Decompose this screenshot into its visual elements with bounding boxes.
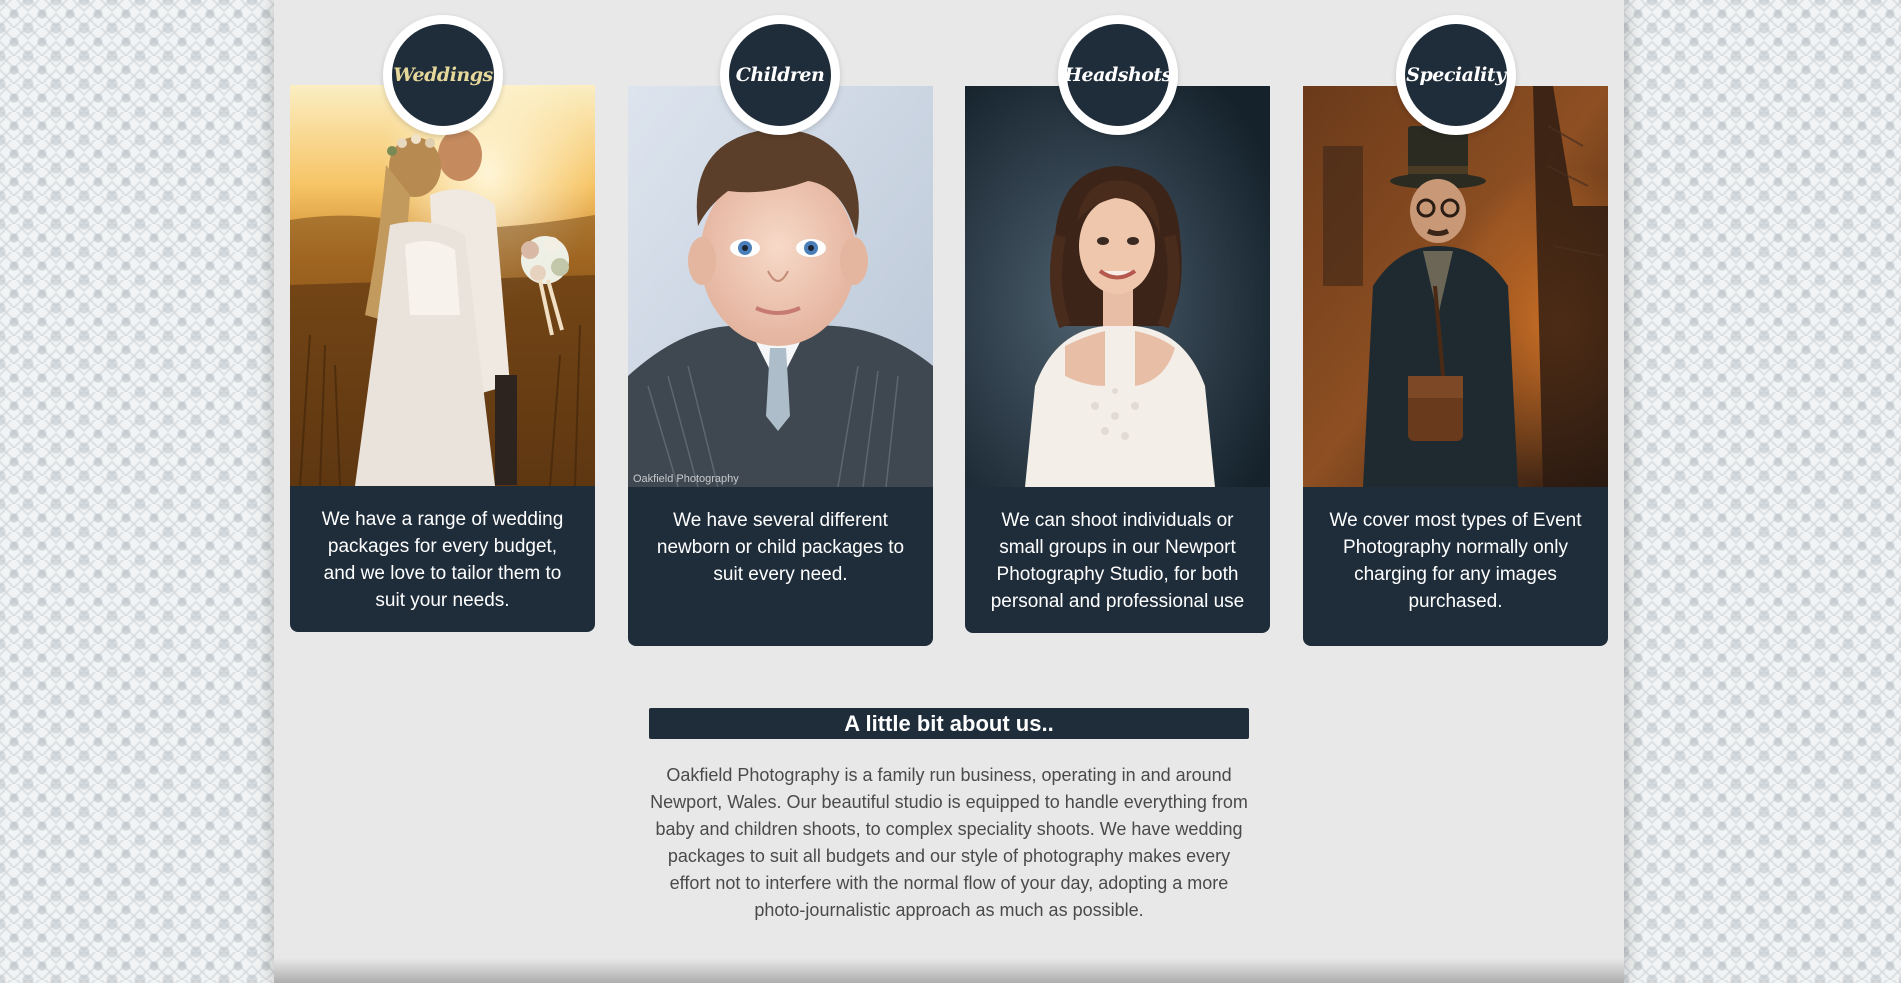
speciality-badge[interactable]: Speciality: [1396, 15, 1516, 135]
badge-circle: Weddings: [392, 24, 494, 126]
service-card-speciality[interactable]: We cover most types of Event Photography…: [1303, 86, 1608, 646]
steampunk-man-photo[interactable]: [1303, 86, 1608, 487]
headshot-photo-image: [965, 86, 1270, 487]
child-portrait-photo[interactable]: Oakfield Photography: [628, 86, 933, 487]
service-card-headshots[interactable]: We can shoot individuals or small groups…: [965, 86, 1270, 633]
badge-circle: Children: [729, 24, 831, 126]
speciality-photo-image: [1303, 86, 1608, 487]
woman-headshot-photo[interactable]: [965, 86, 1270, 487]
about-paragraph: Oakfield Photography is a family run bus…: [650, 765, 1248, 920]
headshots-badge[interactable]: Headshots: [1058, 15, 1178, 135]
wedding-couple-photo[interactable]: [290, 85, 595, 486]
card-description: We have a range of wedding packages for …: [321, 509, 564, 611]
about-heading: A little bit about us..: [649, 708, 1249, 739]
children-badge[interactable]: Children: [720, 15, 840, 135]
badge-circle: Headshots: [1064, 24, 1172, 126]
wedding-photo-image: [290, 85, 595, 486]
badge-circle: Speciality: [1405, 24, 1507, 126]
badge-label: Children: [735, 64, 825, 86]
service-card-children[interactable]: Oakfield Photography We have several dif…: [628, 86, 933, 646]
badge-label: Weddings: [393, 64, 493, 86]
badge-label: Speciality: [1406, 64, 1506, 86]
card-description: We cover most types of Event Photography…: [1329, 510, 1582, 612]
weddings-badge[interactable]: Weddings: [383, 15, 503, 135]
photo-watermark: Oakfield Photography: [633, 473, 739, 485]
badge-label: Headshots: [1064, 64, 1172, 86]
service-card-weddings[interactable]: We have a range of wedding packages for …: [290, 85, 595, 632]
card-description: We have several different newborn or chi…: [656, 510, 905, 585]
footer-shadow: [274, 958, 1624, 983]
child-photo-image: [628, 86, 933, 487]
card-description: We can shoot individuals or small groups…: [990, 510, 1245, 612]
